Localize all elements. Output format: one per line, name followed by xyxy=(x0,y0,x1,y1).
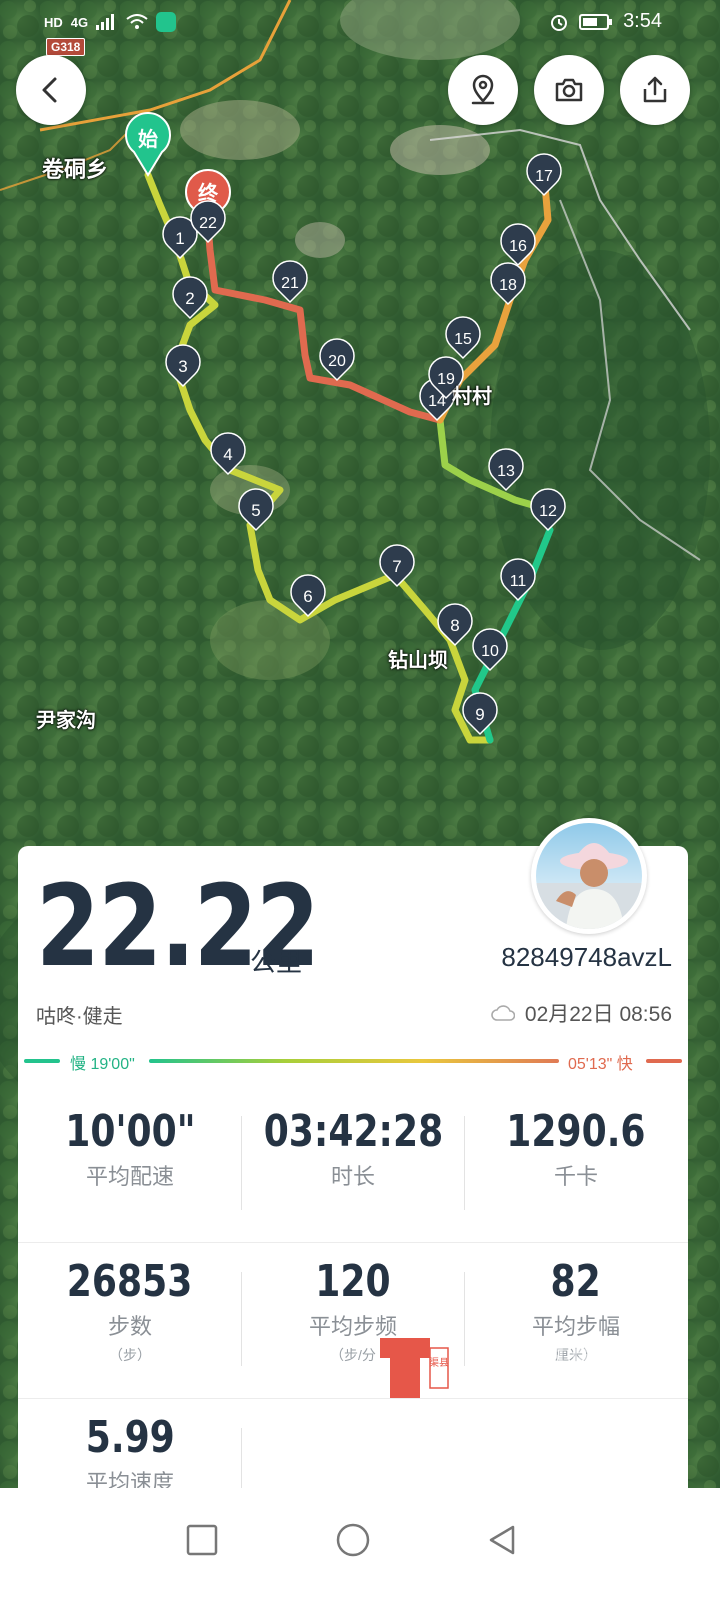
stat-value: 26853 xyxy=(67,1256,193,1307)
waypoint-label: 12 xyxy=(539,503,557,520)
stat-value: 82 xyxy=(550,1256,602,1307)
stat-calories: 1290.6 千卡 xyxy=(466,1106,686,1191)
workout-datetime: 02月22日 08:56 xyxy=(491,998,672,1028)
chevron-left-icon xyxy=(42,77,57,103)
network-indicator: 4G xyxy=(70,14,89,30)
activity-type: 咕咚·健走 xyxy=(36,1006,123,1028)
home-button[interactable] xyxy=(323,1510,383,1570)
divider xyxy=(18,1242,688,1243)
share-icon xyxy=(643,76,667,103)
stat-value: 5.99 xyxy=(85,1412,175,1463)
stat-label: 千卡 xyxy=(553,1164,598,1189)
waypoint-label: 3 xyxy=(178,357,187,376)
system-nav-bar xyxy=(0,1488,720,1600)
stat-value: 1290.6 xyxy=(506,1106,646,1157)
stat-avg-speed: 5.99 平均速度 xyxy=(20,1412,240,1497)
datetime-text: 02月22日 08:56 xyxy=(524,1003,672,1026)
stat-label: 步数 xyxy=(107,1314,152,1339)
place-label: 钻山坝 xyxy=(388,650,448,672)
waypoint-label: 15 xyxy=(454,331,472,348)
map-pin-icon xyxy=(471,74,495,105)
stat-label: 平均配速 xyxy=(85,1164,174,1189)
stat-avg-pace: 10'00" 平均配速 xyxy=(20,1106,240,1191)
share-button[interactable] xyxy=(620,55,690,125)
clock-time: 3:54 xyxy=(623,10,662,32)
pace-legend: 慢 19'00" 05'13" 快 xyxy=(24,1048,684,1074)
app-notification-icon xyxy=(156,12,177,32)
battery-icon xyxy=(579,13,613,30)
divider xyxy=(464,1116,465,1210)
watermark: 渠县 渠县网 xyxy=(360,1328,660,1412)
hd-indicator: HD xyxy=(44,14,63,30)
waypoint-label: 11 xyxy=(510,573,527,590)
waypoint-label: 5 xyxy=(251,501,260,520)
watermark-text: 渠县网 xyxy=(490,1344,610,1390)
stat-unit: （步） xyxy=(109,1347,151,1363)
stat-steps: 26853 步数 （步） xyxy=(20,1256,240,1365)
waypoint-label: 20 xyxy=(328,353,346,370)
road-tag: G318 xyxy=(46,38,86,56)
wifi-icon xyxy=(126,14,148,29)
start-label: 始 xyxy=(138,127,158,151)
waypoint-label: 22 xyxy=(199,215,217,232)
waypoint-label: 13 xyxy=(497,463,515,480)
divider xyxy=(241,1272,242,1366)
waypoint-label: 17 xyxy=(535,168,553,185)
place-label: 尹家沟 xyxy=(36,710,96,732)
waypoint-label: 10 xyxy=(481,643,499,660)
triangle-back-icon xyxy=(489,1525,515,1555)
recent-apps-button[interactable] xyxy=(172,1510,232,1570)
distance-unit: 公里 xyxy=(250,947,303,977)
back-nav-button[interactable] xyxy=(472,1510,532,1570)
username: 82849748avzL xyxy=(501,942,672,972)
pace-gradient-bar xyxy=(149,1059,559,1063)
square-icon xyxy=(186,1524,218,1556)
waypoint-label: 4 xyxy=(223,445,232,464)
place-label: 卷硐乡 xyxy=(42,157,109,182)
stat-value: 120 xyxy=(315,1256,391,1307)
divider xyxy=(241,1116,242,1210)
slow-swatch xyxy=(24,1059,60,1063)
divider xyxy=(241,1428,242,1488)
waypoint-label: 21 xyxy=(281,275,299,292)
location-button[interactable] xyxy=(448,55,518,125)
waypoint-label: 9 xyxy=(475,705,484,724)
fast-pace-label: 05'13" 快 xyxy=(568,1056,633,1073)
cloud-icon xyxy=(491,1005,515,1021)
stat-label: 时长 xyxy=(330,1164,375,1189)
circle-icon xyxy=(336,1523,370,1557)
avatar[interactable] xyxy=(531,818,647,934)
fast-swatch xyxy=(646,1059,682,1063)
stat-value: 10'00" xyxy=(64,1106,196,1157)
waypoint-label: 16 xyxy=(509,238,527,255)
stat-duration: 03:42:28 时长 xyxy=(243,1106,463,1191)
waypoint-label: 7 xyxy=(392,557,401,576)
signal-icon xyxy=(96,14,115,30)
camera-button[interactable] xyxy=(534,55,604,125)
camera-icon xyxy=(555,78,583,102)
alarm-icon xyxy=(551,14,568,31)
waypoint-label: 6 xyxy=(303,587,312,606)
back-button[interactable] xyxy=(16,55,86,125)
place-label: 村村 xyxy=(452,386,492,408)
watermark-seal: 渠县 xyxy=(429,1357,449,1369)
waypoint-label: 18 xyxy=(499,277,517,294)
waypoint-label: 1 xyxy=(175,229,184,248)
waypoint-label: 2 xyxy=(185,289,194,308)
status-bar: HD 4G 3:54 xyxy=(0,0,720,44)
slow-pace-label: 慢 19'00" xyxy=(70,1056,135,1073)
waypoint-label: 8 xyxy=(450,616,459,635)
stat-value: 03:42:28 xyxy=(263,1106,443,1157)
